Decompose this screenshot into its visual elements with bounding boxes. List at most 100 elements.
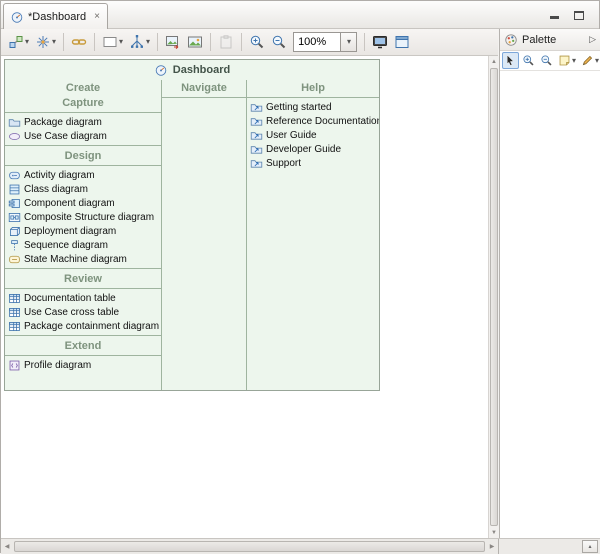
item-state-machine-diagram[interactable]: State Machine diagram <box>5 252 161 266</box>
item-use-case-diagram[interactable]: Use Case diagram <box>5 129 161 143</box>
item-label: Sequence diagram <box>24 240 108 251</box>
related-elements-dropdown[interactable]: ▾ <box>32 31 59 53</box>
paste-button <box>215 31 237 53</box>
scrollbar-corner <box>498 539 499 554</box>
create-element-dropdown[interactable]: ▾ <box>5 31 32 53</box>
minimize-icon <box>550 16 559 19</box>
item-getting-started[interactable]: Getting started <box>247 100 379 114</box>
deployment-diagram-icon <box>8 225 21 238</box>
vertical-scrollbar[interactable]: ▲ ▼ <box>488 56 499 538</box>
profile-diagram-icon <box>8 359 21 372</box>
item-profile-diagram[interactable]: Profile diagram <box>5 358 161 372</box>
item-documentation-table[interactable]: Documentation table <box>5 291 161 305</box>
item-label: Reference Documentation <box>266 116 379 127</box>
section-title-design: Design <box>5 148 161 163</box>
link-mode-button[interactable] <box>68 31 90 53</box>
dropdown-arrow-icon: ▾ <box>572 57 576 65</box>
diagram-canvas[interactable]: Dashboard Create Capture Package diagram… <box>1 56 488 538</box>
pencil-icon <box>581 54 594 67</box>
layout-dropdown[interactable]: ▾ <box>126 31 153 53</box>
item-label: Package diagram <box>24 117 102 128</box>
maximize-button[interactable] <box>570 7 587 22</box>
window-buttons <box>546 7 587 22</box>
activity-diagram-icon <box>8 169 21 182</box>
palette-zoom-out-tool[interactable] <box>538 52 555 69</box>
item-label: Package containment diagram <box>24 321 159 332</box>
scroll-left-button[interactable]: ◀ <box>1 539 13 554</box>
package-diagram-icon <box>8 116 21 129</box>
use-case-diagram-icon <box>8 130 21 143</box>
item-label: Getting started <box>266 102 332 113</box>
zoom-out-icon <box>271 34 287 50</box>
use-case-cross-table-icon <box>8 306 21 319</box>
zoom-in-button[interactable] <box>246 31 268 53</box>
maximize-icon <box>574 11 584 20</box>
item-activity-diagram[interactable]: Activity diagram <box>5 168 161 182</box>
horizontal-scrollbar[interactable]: ◀ ▶ <box>1 539 498 554</box>
item-support[interactable]: Support <box>247 156 379 170</box>
related-elements-icon <box>35 34 51 50</box>
navigate-column: Navigate <box>161 80 247 390</box>
section-divider <box>5 288 161 289</box>
toolbar-separator <box>210 33 211 51</box>
item-developer-guide[interactable]: Developer Guide <box>247 142 379 156</box>
show-overview-button[interactable] <box>391 31 413 53</box>
overview-window-icon <box>394 34 410 50</box>
dashboard-tab-icon <box>10 10 24 24</box>
toolbar-separator <box>63 33 64 51</box>
palette-icon <box>504 33 518 47</box>
vertical-scroll-thumb[interactable] <box>490 68 498 526</box>
section-title-capture: Capture <box>5 95 161 110</box>
dashboard-header: Dashboard <box>5 60 379 80</box>
class-diagram-icon <box>8 183 21 196</box>
item-reference-documentation[interactable]: Reference Documentation <box>247 114 379 128</box>
scroll-up-button[interactable]: ▲ <box>489 56 499 67</box>
item-use-case-cross-table[interactable]: Use Case cross table <box>5 305 161 319</box>
editor-tab-dashboard[interactable]: *Dashboard × <box>3 3 108 29</box>
fit-to-window-button[interactable] <box>369 31 391 53</box>
create-column: Create Capture Package diagram Use Case … <box>5 80 161 390</box>
item-composite-structure-diagram[interactable]: Composite Structure diagram <box>5 210 161 224</box>
documentation-table-icon <box>8 292 21 305</box>
zoom-dropdown-button[interactable]: ▾ <box>341 32 357 52</box>
section-divider <box>5 145 161 146</box>
zoom-in-icon <box>522 54 535 67</box>
palette-scroll-button[interactable]: ▴ <box>582 540 598 553</box>
help-folder-icon <box>250 115 263 128</box>
cursor-icon <box>504 54 517 67</box>
item-label: Activity diagram <box>24 170 95 181</box>
minimize-button[interactable] <box>546 7 563 22</box>
copy-image-button[interactable] <box>184 31 206 53</box>
item-class-diagram[interactable]: Class diagram <box>5 182 161 196</box>
auto-layout-icon <box>129 34 145 50</box>
scroll-right-button[interactable]: ▶ <box>486 539 498 554</box>
editor-tab-title: *Dashboard <box>28 11 86 23</box>
select-tool[interactable] <box>502 52 519 69</box>
dropdown-arrow-icon: ▾ <box>595 57 599 65</box>
export-image-button[interactable] <box>162 31 184 53</box>
palette-header[interactable]: Palette ▷ <box>500 29 600 51</box>
palette-zoom-in-tool[interactable] <box>520 52 537 69</box>
item-package-containment-diagram[interactable]: Package containment diagram <box>5 319 161 333</box>
item-package-diagram[interactable]: Package diagram <box>5 115 161 129</box>
item-user-guide[interactable]: User Guide <box>247 128 379 142</box>
package-containment-diagram-icon <box>8 320 21 333</box>
help-column-title: Help <box>247 80 379 95</box>
tab-close-icon[interactable]: × <box>94 11 100 22</box>
note-tool-dropdown[interactable]: ▾ <box>556 52 578 69</box>
horizontal-scroll-thumb[interactable] <box>14 541 485 552</box>
scroll-down-button[interactable]: ▼ <box>489 527 499 538</box>
zoom-input[interactable] <box>293 32 341 52</box>
item-sequence-diagram[interactable]: Sequence diagram <box>5 238 161 252</box>
zoom-combo[interactable]: ▾ <box>293 32 357 52</box>
draw-tool-dropdown[interactable]: ▾ <box>579 52 600 69</box>
style-dropdown[interactable]: ▾ <box>99 31 126 53</box>
item-label: Class diagram <box>24 184 88 195</box>
item-deployment-diagram[interactable]: Deployment diagram <box>5 224 161 238</box>
create-element-icon <box>8 34 24 50</box>
item-label: Profile diagram <box>24 360 91 371</box>
palette-collapse-icon[interactable]: ▷ <box>589 34 596 45</box>
zoom-out-button[interactable] <box>268 31 290 53</box>
dropdown-arrow-icon: ▾ <box>347 38 351 46</box>
item-component-diagram[interactable]: Component diagram <box>5 196 161 210</box>
